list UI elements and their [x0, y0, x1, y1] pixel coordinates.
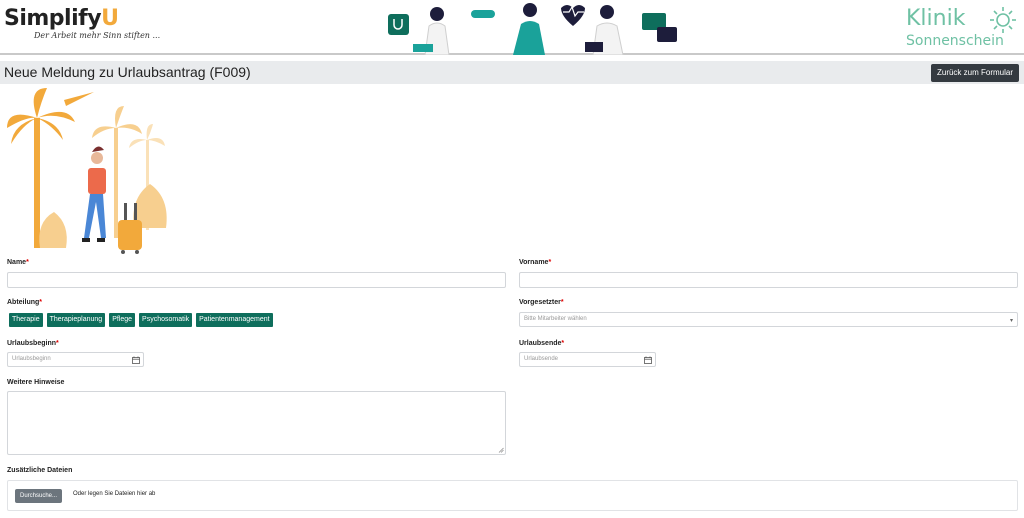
dateien-label: Zusätzliche Dateien [7, 467, 73, 474]
urlaubsbeginn-label: Urlaubsbeginn* [7, 340, 59, 347]
vorgesetzter-label: Vorgesetzter* [519, 299, 564, 306]
name-input[interactable] [7, 272, 506, 288]
hinweise-textarea[interactable] [7, 391, 506, 455]
department-chip-psychosomatik[interactable]: Psychosomatik [139, 313, 193, 327]
drop-hint-text: Oder legen Sie Dateien hier ab [73, 491, 156, 497]
resize-grip-icon[interactable] [498, 447, 504, 453]
department-chips: Therapie Therapieplanung Pflege Psychoso… [9, 313, 273, 327]
logo-tagline: Der Arbeit mehr Sinn stiften ... [34, 31, 161, 40]
klinik-logo: Klinik Sonnenschein [906, 6, 1018, 50]
browse-files-button[interactable]: Durchsuche... [15, 489, 63, 503]
urlaubsbeginn-placeholder: Urlaubsbeginn [12, 356, 51, 362]
calendar-icon[interactable] [644, 356, 652, 364]
simplify-logo: SimplifyU Der Arbeit mehr Sinn stiften .… [4, 6, 160, 40]
logo-text: Simplify [4, 6, 102, 31]
logo-accent: U [101, 6, 119, 31]
urlaubsende-label: Urlaubsende* [519, 340, 565, 347]
department-chip-therapieplanung[interactable]: Therapieplanung [46, 313, 106, 327]
vacation-illustration [7, 88, 167, 254]
file-dropzone[interactable]: Durchsuche... Oder legen Sie Dateien hie… [7, 480, 1018, 511]
page-title-bar: Neue Meldung zu Urlaubsantrag (F009) Zur… [0, 61, 1024, 84]
klinik-line2: Sonnenschein [906, 33, 1004, 49]
sun-icon [990, 7, 1016, 33]
page-title: Neue Meldung zu Urlaubsantrag (F009) [4, 64, 251, 80]
required-marker: * [560, 299, 564, 306]
urlaubsbeginn-date-input[interactable]: Urlaubsbeginn [7, 352, 144, 367]
app-header: SimplifyU Der Arbeit mehr Sinn stiften .… [0, 0, 1024, 55]
medical-team-banner-image [388, 3, 677, 55]
vorname-input[interactable] [519, 272, 1018, 288]
hinweise-label: Weitere Hinweise [7, 379, 65, 386]
abteilung-label: Abteilung* [7, 299, 43, 306]
back-to-form-button[interactable]: Zurück zum Formular [930, 64, 1019, 82]
vorgesetzter-select[interactable]: Bitte Mitarbeiter wählen ▾ [519, 312, 1018, 327]
chevron-down-icon: ▾ [1009, 318, 1013, 324]
required-marker: * [39, 299, 43, 306]
required-marker: * [26, 259, 29, 266]
vorname-label: Vorname* [519, 259, 552, 266]
calendar-icon[interactable] [132, 356, 140, 364]
department-chip-therapie[interactable]: Therapie [9, 313, 43, 327]
name-label: Name* [7, 259, 29, 266]
required-marker: * [56, 340, 59, 347]
required-marker: * [548, 259, 552, 266]
urlaubsende-placeholder: Urlaubsende [524, 356, 559, 362]
department-chip-pflege[interactable]: Pflege [109, 313, 136, 327]
required-marker: * [561, 340, 565, 347]
urlaubsende-date-input[interactable]: Urlaubsende [519, 352, 656, 367]
vorgesetzter-placeholder: Bitte Mitarbeiter wählen [524, 316, 587, 322]
klinik-line1: Klinik [906, 6, 966, 31]
department-chip-patientenmanagement[interactable]: Patientenmanagement [196, 313, 273, 327]
